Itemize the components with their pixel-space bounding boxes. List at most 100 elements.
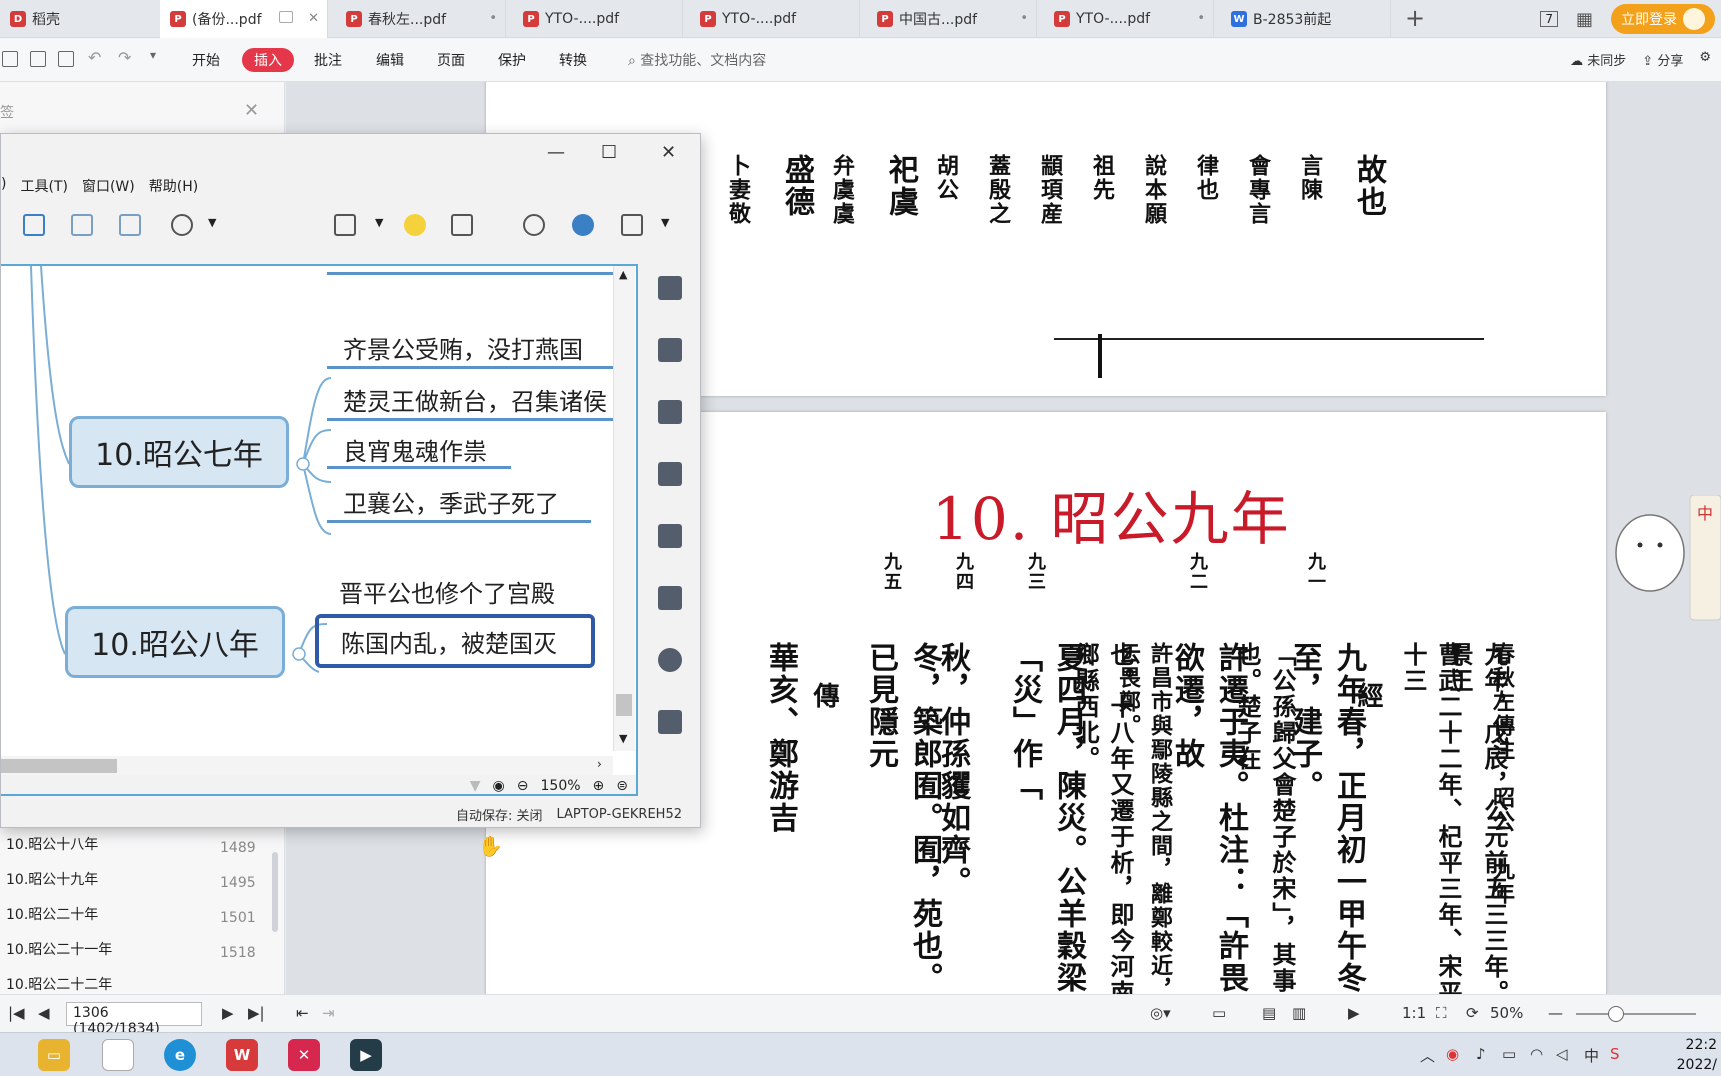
relationship-icon[interactable] bbox=[23, 214, 45, 236]
undo-icon[interactable]: ↶ bbox=[88, 48, 101, 67]
document-icon[interactable] bbox=[102, 1039, 134, 1071]
close-icon[interactable]: ✕ bbox=[308, 11, 319, 26]
menu-insert[interactable]: 插入 bbox=[242, 48, 294, 72]
mic-icon[interactable]: ♪ bbox=[1476, 1045, 1486, 1063]
nav-item[interactable]: 10.昭公二十一年 1518 bbox=[6, 939, 276, 973]
edge-browser-icon[interactable]: e bbox=[164, 1039, 196, 1071]
continuous-page-icon[interactable]: ▤ bbox=[1262, 1004, 1276, 1022]
tab-pdf-chunqiu[interactable]: P 春秋左...pdf • bbox=[336, 0, 506, 38]
zoom-out-icon[interactable]: ⊖ bbox=[517, 778, 529, 794]
save-icon[interactable] bbox=[30, 51, 46, 67]
open-folder-icon[interactable] bbox=[2, 51, 18, 67]
search-icon[interactable] bbox=[523, 214, 545, 236]
chevron-down-icon[interactable]: ▾ bbox=[150, 48, 156, 62]
last-page-icon[interactable]: ▶| bbox=[248, 1004, 265, 1022]
chevron-right-icon[interactable]: › bbox=[597, 757, 602, 771]
eye-protect-icon[interactable]: ◎▾ bbox=[1150, 1004, 1171, 1022]
tab-pdf-yto-1[interactable]: P YTO-....pdf bbox=[513, 0, 683, 38]
subtopic[interactable]: 卫襄公，季武子死了 bbox=[343, 484, 559, 519]
mindmap-window[interactable]: — ☐ ✕ ) 工具(T) 窗口(W) 帮助(H) ▼ ▼ ▼ 10.昭公七年 … bbox=[0, 133, 701, 828]
dot-icon[interactable]: • bbox=[1197, 11, 1205, 26]
redo-icon[interactable]: ↷ bbox=[118, 48, 131, 67]
chevron-up-icon[interactable]: ▲ bbox=[619, 268, 627, 281]
rotate-icon[interactable]: ⟳ bbox=[1466, 1004, 1479, 1022]
idea-bulb-icon[interactable] bbox=[404, 214, 426, 236]
chevron-down-icon[interactable]: ▼ bbox=[661, 216, 669, 229]
menu-start[interactable]: 开始 bbox=[192, 50, 220, 70]
zoom-slider-handle[interactable] bbox=[1608, 1006, 1624, 1022]
remote-app-icon[interactable]: ▶ bbox=[350, 1039, 382, 1071]
topic-zhaogong-8[interactable]: 10.昭公八年 bbox=[65, 606, 285, 678]
more-icon[interactable] bbox=[171, 214, 193, 236]
actual-size-icon[interactable]: 1:1 bbox=[1402, 1004, 1426, 1022]
close-icon[interactable]: ✕ bbox=[244, 100, 259, 121]
dot-icon[interactable]: • bbox=[1020, 11, 1028, 26]
new-tab-plus-icon[interactable]: + bbox=[1405, 4, 1425, 32]
forward-icon[interactable]: ⇥ bbox=[322, 1004, 335, 1022]
nav-item[interactable]: 10.昭公二十二年 bbox=[6, 974, 276, 994]
menu-window[interactable]: 窗口(W) bbox=[82, 176, 135, 200]
ime-icon[interactable]: 中 bbox=[1584, 1045, 1599, 1066]
nav-item[interactable]: 10.昭公十九年 1495 bbox=[6, 869, 276, 903]
chevron-down-icon[interactable]: ▼ bbox=[375, 216, 383, 229]
tray-up-icon[interactable]: ︿ bbox=[1420, 1045, 1435, 1066]
close-icon[interactable]: ✕ bbox=[661, 142, 676, 163]
zoom-in-icon[interactable]: ⊕ bbox=[593, 778, 605, 794]
menu-fragment[interactable]: ) bbox=[1, 176, 6, 200]
print-icon[interactable] bbox=[58, 51, 74, 67]
zoom-slider[interactable] bbox=[1576, 1013, 1696, 1015]
image-icon[interactable] bbox=[658, 400, 682, 424]
text-style-icon[interactable] bbox=[658, 524, 682, 548]
single-page-icon[interactable]: ▭ bbox=[1212, 1004, 1226, 1022]
format-brush-icon[interactable] bbox=[658, 338, 682, 362]
menu-protect[interactable]: 保护 bbox=[498, 50, 526, 70]
menu-page[interactable]: 页面 bbox=[437, 50, 465, 70]
zoom-level[interactable]: 50% bbox=[1490, 1004, 1523, 1022]
sogou-icon[interactable]: S bbox=[1610, 1045, 1620, 1063]
outline-icon[interactable] bbox=[658, 276, 682, 300]
menu-tools[interactable]: 工具(T) bbox=[20, 176, 67, 200]
first-page-icon[interactable]: |◀ bbox=[8, 1004, 25, 1022]
file-explorer-icon[interactable]: ▭ bbox=[38, 1039, 70, 1071]
grid-apps-icon[interactable]: ▦ bbox=[1576, 9, 1593, 30]
double-page-icon[interactable]: ▥ bbox=[1292, 1004, 1306, 1022]
menu-annotate[interactable]: 批注 bbox=[314, 50, 342, 70]
eye-icon[interactable]: ◉ bbox=[493, 778, 505, 794]
tab-doc-b2853[interactable]: W B-2853前起 bbox=[1221, 0, 1391, 38]
badge-count[interactable]: 7 bbox=[1540, 11, 1558, 27]
tab-pdf-backup[interactable]: P (备份...pdf ✕ bbox=[160, 0, 328, 38]
chevron-down-icon[interactable]: ▼ bbox=[208, 216, 216, 229]
scroll-thumb[interactable] bbox=[616, 694, 632, 716]
scroll-thumb[interactable] bbox=[1, 759, 117, 773]
tab-pdf-yto-3[interactable]: P YTO-....pdf • bbox=[1044, 0, 1214, 38]
tab-pdf-zhongguo[interactable]: P 中国古...pdf • bbox=[867, 0, 1037, 38]
zoom-fit-icon[interactable]: ⊜ bbox=[616, 778, 628, 794]
summary-icon[interactable] bbox=[119, 214, 141, 236]
presentation-icon[interactable] bbox=[334, 214, 356, 236]
nav-item[interactable]: 10.昭公十八年 1489 bbox=[6, 834, 276, 868]
autosave-status[interactable]: 自动保存: 关闭 bbox=[456, 805, 543, 824]
boundary-icon[interactable] bbox=[71, 214, 93, 236]
nav-item[interactable]: 10.昭公二十年 1501 bbox=[6, 904, 276, 938]
share-icon[interactable] bbox=[572, 214, 594, 236]
outline-icon[interactable] bbox=[451, 214, 473, 236]
vertical-scrollbar[interactable]: ▲ ▼ bbox=[613, 266, 635, 751]
back-icon[interactable]: ⇤ bbox=[296, 1004, 309, 1022]
minimize-icon[interactable]: — bbox=[547, 142, 565, 163]
share-button[interactable]: ⇪ 分享 bbox=[1642, 50, 1683, 69]
window-titlebar[interactable]: — ☐ ✕ bbox=[1, 134, 702, 174]
maximize-icon[interactable]: ☐ bbox=[601, 142, 617, 163]
command-search[interactable]: ⌕ 查找功能、文档内容 bbox=[628, 50, 766, 70]
task-icon[interactable] bbox=[658, 710, 682, 734]
export-icon[interactable] bbox=[621, 214, 643, 236]
horizontal-scrollbar[interactable]: › bbox=[1, 756, 613, 776]
settings-icon[interactable]: ⚙ bbox=[1699, 50, 1711, 69]
dot-icon[interactable]: • bbox=[489, 11, 497, 26]
subtopic[interactable]: 楚灵王做新台，召集诸侯 bbox=[343, 382, 607, 417]
wifi-icon[interactable]: ◠ bbox=[1530, 1045, 1543, 1063]
filter-icon[interactable]: ▼ bbox=[470, 778, 481, 794]
volume-icon[interactable]: ◁ bbox=[1556, 1045, 1568, 1063]
next-page-icon[interactable]: ▶ bbox=[222, 1004, 234, 1022]
play-icon[interactable]: ▶ bbox=[1348, 1004, 1360, 1022]
topic-zhaogong-7[interactable]: 10.昭公七年 bbox=[69, 416, 289, 488]
